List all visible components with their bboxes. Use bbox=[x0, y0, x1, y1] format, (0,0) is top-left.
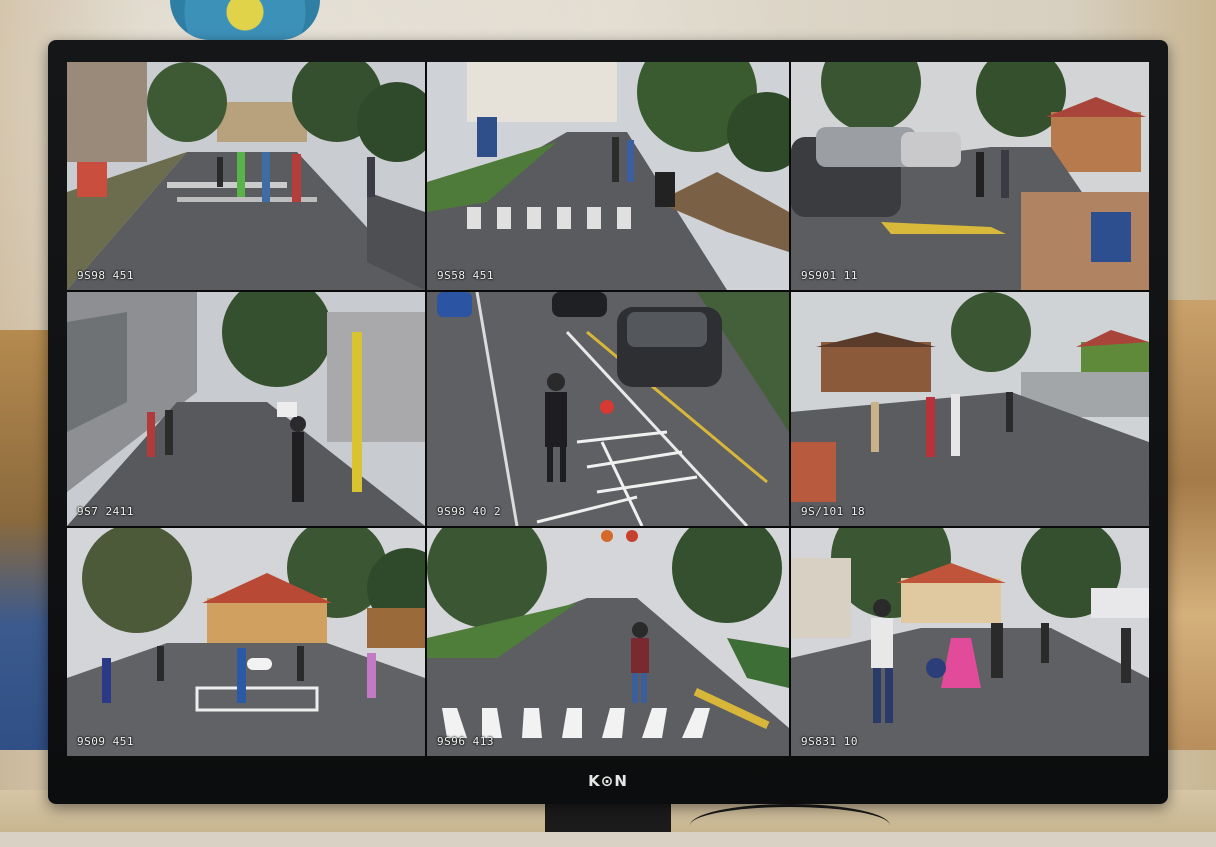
grid-divider-v2 bbox=[789, 62, 791, 756]
camera-3-scene bbox=[791, 62, 1149, 290]
grid-divider-h1 bbox=[67, 290, 1149, 292]
camera-9-scene bbox=[791, 528, 1149, 756]
camera-5-timestamp: 9S98 40 2 bbox=[437, 505, 502, 518]
camera-7-scene bbox=[67, 528, 425, 756]
camera-3-timestamp: 9S901 11 bbox=[801, 269, 858, 282]
camera-9-timestamp: 9S831 10 bbox=[801, 735, 858, 748]
camera-8-timestamp: 9S96 413 bbox=[437, 735, 494, 748]
camera-6-timestamp: 9S/101 18 bbox=[801, 505, 866, 518]
monitor-brand-logo: K⊙N bbox=[588, 772, 628, 790]
camera-feed-5[interactable]: 9S98 40 2 bbox=[427, 292, 789, 526]
camera-feed-2[interactable]: 9S58 451 bbox=[427, 62, 789, 290]
grid-divider-h2 bbox=[67, 526, 1149, 528]
grid-divider-v1 bbox=[425, 62, 427, 756]
cctv-monitor: 9S98 451 9S58 451 9S901 11 9S7 2411 9S98… bbox=[48, 40, 1168, 804]
right-shelf bbox=[1166, 300, 1216, 750]
camera-feed-7[interactable]: 9S09 451 bbox=[67, 528, 425, 756]
left-shelf bbox=[0, 330, 48, 750]
camera-feed-8[interactable]: 9S96 413 bbox=[427, 528, 789, 756]
camera-1-scene bbox=[67, 62, 425, 290]
camera-2-timestamp: 9S58 451 bbox=[437, 269, 494, 282]
camera-feed-4[interactable]: 9S7 2411 bbox=[67, 292, 425, 526]
camera-2-scene bbox=[427, 62, 789, 290]
monitor-cable bbox=[690, 804, 890, 847]
camera-feed-1[interactable]: 9S98 451 bbox=[67, 62, 425, 290]
camera-feed-9[interactable]: 9S831 10 bbox=[791, 528, 1149, 756]
cctv-screen-grid: 9S98 451 9S58 451 9S901 11 9S7 2411 9S98… bbox=[67, 62, 1149, 756]
camera-7-timestamp: 9S09 451 bbox=[77, 735, 134, 748]
wall-poster bbox=[170, 0, 320, 40]
camera-8-scene bbox=[427, 528, 789, 756]
camera-4-timestamp: 9S7 2411 bbox=[77, 505, 134, 518]
monitor-stand bbox=[545, 800, 671, 832]
camera-5-scene bbox=[427, 292, 789, 526]
camera-6-scene bbox=[791, 292, 1149, 526]
camera-4-scene bbox=[67, 292, 425, 526]
camera-1-timestamp: 9S98 451 bbox=[77, 269, 134, 282]
camera-feed-3[interactable]: 9S901 11 bbox=[791, 62, 1149, 290]
camera-feed-6[interactable]: 9S/101 18 bbox=[791, 292, 1149, 526]
